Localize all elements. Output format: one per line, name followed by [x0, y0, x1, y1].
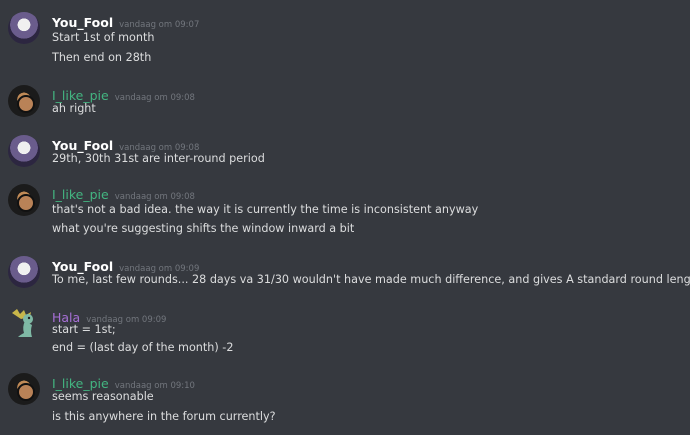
avatar[interactable] — [8, 256, 40, 288]
username[interactable]: I_like_pie — [52, 88, 109, 103]
message-text: that's not a bad idea. the way it is cur… — [52, 203, 479, 216]
avatar[interactable] — [8, 373, 40, 405]
avatar[interactable] — [8, 307, 40, 339]
avatar[interactable] — [8, 184, 40, 216]
message-text: 29th, 30th 31st are inter-round period — [52, 152, 265, 165]
username[interactable]: You_Fool — [52, 259, 113, 274]
message-text: start = 1st; — [52, 323, 116, 336]
username[interactable]: I_like_pie — [52, 187, 109, 202]
message-text: seems reasonable — [52, 390, 154, 403]
username[interactable]: You_Fool — [52, 15, 113, 30]
timestamp: vandaag om 09:08 — [114, 192, 195, 202]
message-text: end = (last day of the month) -2 — [52, 341, 234, 354]
message-text: Then end on 28th — [52, 51, 152, 64]
message-text: ah right — [52, 102, 96, 115]
message-text: To me, last few rounds... 28 days va 31/… — [52, 273, 690, 286]
message-text: what you're suggesting shifts the window… — [52, 222, 355, 235]
message-header: You_Fool vandaag om 09:07 — [52, 12, 199, 31]
message-text: Start 1st of month — [52, 31, 155, 44]
message-text: is this anywhere in the forum currently? — [52, 410, 276, 423]
username[interactable]: I_like_pie — [52, 376, 109, 391]
message-header: I_like_pie vandaag om 09:08 — [52, 184, 195, 203]
avatar[interactable] — [8, 135, 40, 167]
username[interactable]: You_Fool — [52, 138, 113, 153]
avatar[interactable] — [8, 85, 40, 117]
timestamp: vandaag om 09:08 — [114, 93, 195, 103]
avatar[interactable] — [8, 12, 40, 44]
timestamp: vandaag om 09:07 — [119, 20, 200, 30]
dinosaur-icon — [12, 309, 33, 337]
